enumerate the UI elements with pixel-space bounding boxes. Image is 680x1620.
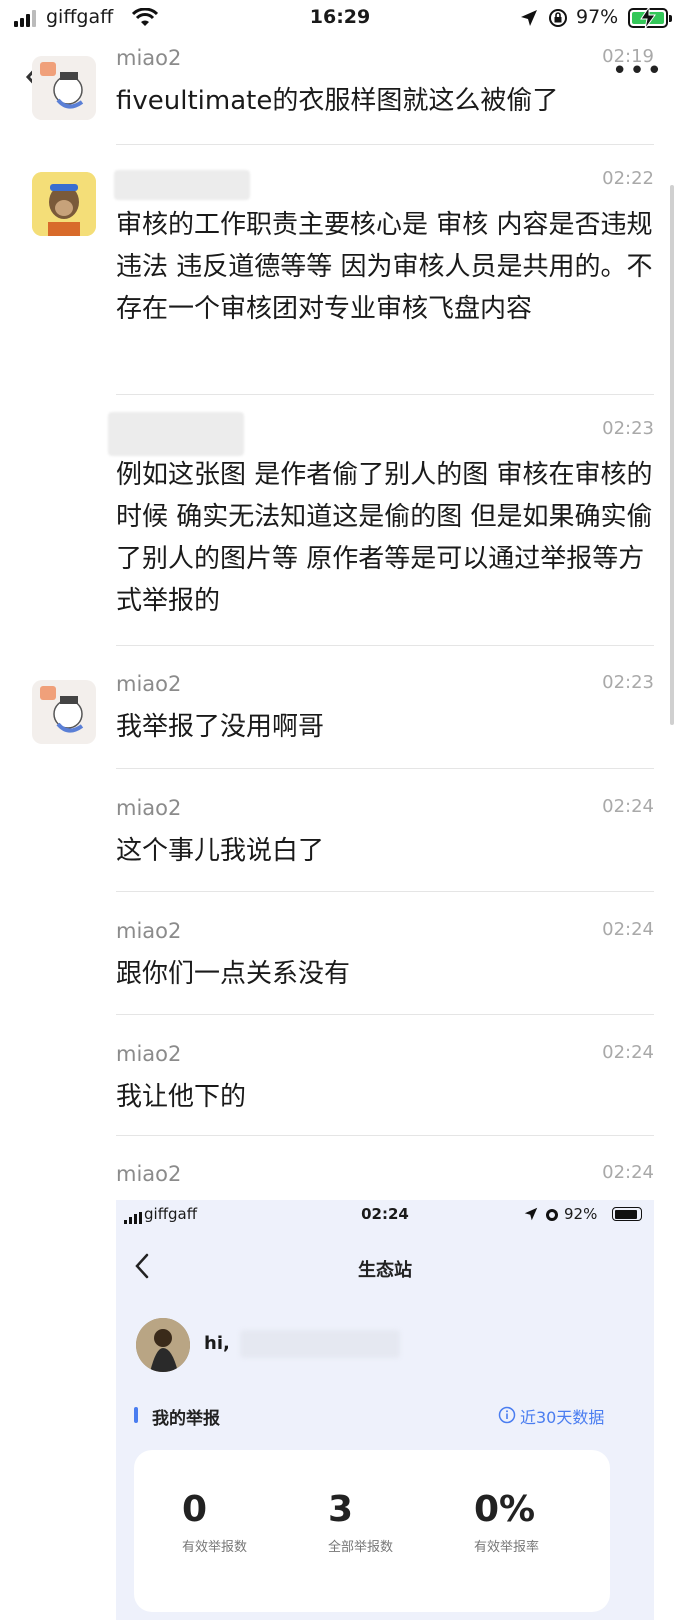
message-time: 02:23	[602, 418, 654, 439]
stat-valid-rate: 0% 有效举报率	[474, 1489, 540, 1556]
stat-value: 0%	[474, 1489, 536, 1530]
user-avatar[interactable]	[32, 172, 96, 236]
stat-label: 全部举报数	[328, 1540, 394, 1555]
sender-name: miao2	[116, 919, 182, 943]
redacted-username	[240, 1330, 400, 1358]
battery-icon	[612, 1207, 642, 1221]
stat-label: 有效举报率	[474, 1540, 540, 1555]
divider	[116, 891, 654, 892]
message-time: 02:19	[602, 46, 654, 67]
divider	[116, 394, 654, 395]
info-icon	[498, 1406, 516, 1424]
attached-screenshot-image[interactable]: giffgaff 02:24 92% 生态站 hi, 我的举报 近30天数据 0…	[116, 1200, 654, 1620]
location-arrow-icon	[521, 10, 537, 26]
stat-value: 0	[182, 1489, 208, 1530]
message-text: 跟你们一点关系没有	[116, 959, 351, 989]
location-arrow-icon	[524, 1207, 538, 1221]
message-text: 审核的工作职责主要核心是 审核 内容是否违规 违法 违反道德等等 因为审核人员是…	[116, 210, 653, 324]
scrollbar[interactable]	[670, 185, 674, 725]
date-range-label: 近30天数据	[520, 1408, 605, 1427]
message-time: 02:22	[602, 168, 654, 189]
battery-charging-icon	[628, 7, 672, 29]
divider	[116, 1135, 654, 1136]
sender-name: miao2	[116, 1162, 182, 1186]
more-options-icon[interactable]: •••	[612, 58, 664, 84]
battery-percentage: 97%	[576, 6, 619, 28]
alarm-icon	[546, 1209, 558, 1221]
message-time: 02:24	[602, 796, 654, 817]
avatar	[136, 1318, 190, 1372]
redacted-sender-name	[108, 412, 244, 456]
message-time: 02:23	[602, 672, 654, 693]
battery-percentage: 92%	[564, 1205, 598, 1223]
sender-name: miao2	[116, 46, 182, 70]
screen-title: 生态站	[358, 1260, 412, 1281]
message-time: 02:24	[602, 919, 654, 940]
stat-value: 3	[328, 1489, 354, 1530]
divider	[116, 1014, 654, 1015]
user-avatar[interactable]	[32, 56, 96, 120]
sender-name: miao2	[116, 1042, 182, 1066]
report-stats-card: 0 有效举报数 3 全部举报数 0% 有效举报率	[134, 1450, 610, 1612]
message-text: 例如这张图 是作者偷了别人的图 审核在审核的时候 确实无法知道这是偷的图 但是如…	[116, 460, 653, 616]
divider	[116, 144, 654, 145]
message-time: 02:24	[602, 1162, 654, 1183]
sender-name: miao2	[116, 796, 182, 820]
rotation-lock-icon	[549, 9, 567, 27]
stat-label: 有效举报数	[182, 1540, 248, 1555]
stat-valid-reports: 0 有效举报数	[182, 1489, 248, 1556]
message-text: fiveultimate的衣服样图就这么被偷了	[116, 86, 559, 116]
section-title: 我的举报	[152, 1409, 220, 1429]
sender-name: miao2	[116, 672, 182, 696]
section-marker	[134, 1407, 138, 1423]
status-bar: giffgaff 16:29 97%	[0, 0, 680, 38]
message-text: 我让他下的	[116, 1082, 247, 1112]
greeting: hi,	[204, 1333, 230, 1354]
message-text: 这个事儿我说白了	[116, 836, 325, 866]
divider	[116, 645, 654, 646]
message-time: 02:24	[602, 1042, 654, 1063]
user-avatar[interactable]	[32, 680, 96, 744]
divider	[116, 768, 654, 769]
redacted-sender-name	[114, 170, 250, 200]
message-text: 我举报了没用啊哥	[116, 712, 325, 742]
stat-total-reports: 3 全部举报数	[328, 1489, 394, 1556]
